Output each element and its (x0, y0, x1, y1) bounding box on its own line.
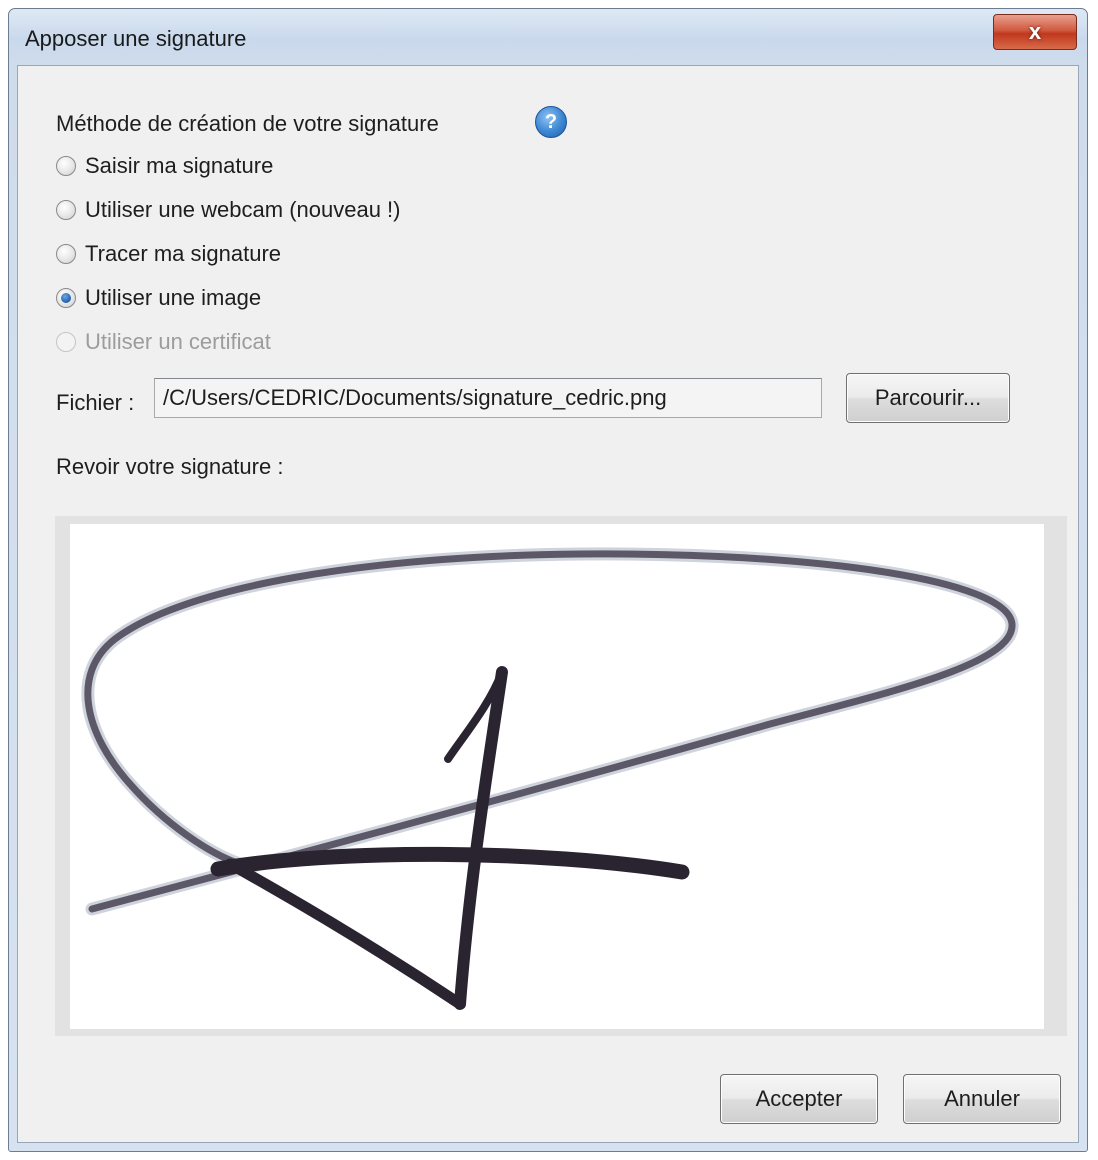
review-label: Revoir votre signature : (56, 454, 284, 479)
file-path-input[interactable] (154, 378, 822, 418)
method-title: Méthode de création de votre signature (56, 111, 439, 136)
radio-label: Tracer ma signature (85, 241, 282, 266)
browse-button[interactable]: Parcourir... (846, 373, 1010, 423)
radio-draw-signature[interactable]: Tracer ma signature (56, 238, 281, 270)
signature-image (70, 524, 1044, 1029)
dialog-window: Apposer une signature x Méthode de créat… (8, 8, 1088, 1152)
window-title: Apposer une signature (25, 26, 247, 51)
radio-type-signature[interactable]: Saisir ma signature (56, 150, 273, 182)
cancel-button[interactable]: Annuler (903, 1074, 1061, 1124)
radio-use-image[interactable]: Utiliser une image (56, 282, 261, 314)
close-button[interactable]: x (993, 14, 1077, 50)
radio-use-webcam[interactable]: Utiliser une webcam (nouveau !) (56, 194, 400, 226)
close-icon: x (1028, 19, 1042, 44)
dialog-content: Méthode de création de votre signature ?… (17, 65, 1079, 1143)
signature-preview-frame (55, 516, 1067, 1036)
help-icon[interactable]: ? (535, 106, 567, 138)
radio-button[interactable] (56, 200, 76, 220)
signature-drawing (81, 547, 1019, 1010)
accept-button[interactable]: Accepter (720, 1074, 878, 1124)
radio-use-certificate: Utiliser un certificat (56, 326, 271, 358)
radio-button[interactable] (56, 244, 76, 264)
radio-button-selected[interactable] (56, 288, 76, 308)
radio-label: Utiliser une image (85, 285, 262, 310)
radio-label: Utiliser un certificat (85, 329, 271, 354)
radio-button[interactable] (56, 156, 76, 176)
radio-button-disabled (56, 332, 76, 352)
radio-label: Utiliser une webcam (nouveau !) (85, 197, 401, 222)
radio-label: Saisir ma signature (85, 153, 274, 178)
file-label: Fichier : (56, 390, 135, 415)
